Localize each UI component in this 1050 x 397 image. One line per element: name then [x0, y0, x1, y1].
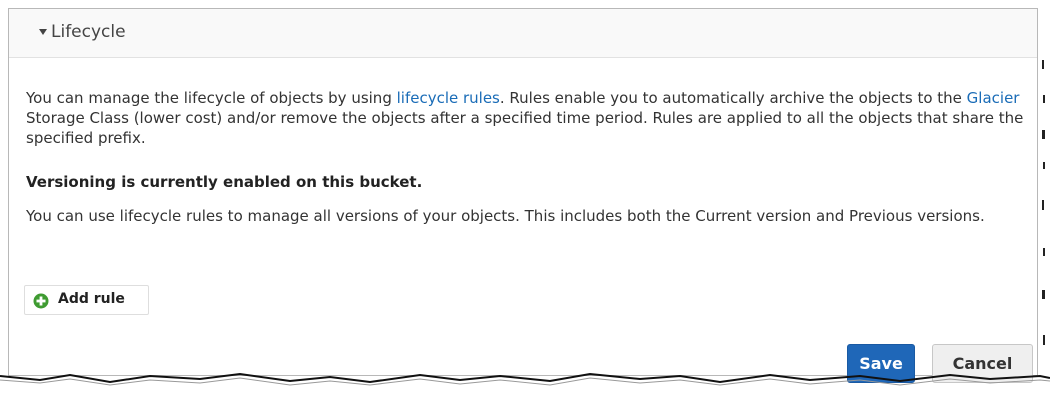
lifecycle-description: You can manage the lifecycle of objects …: [26, 88, 1036, 148]
plus-circle-icon: [33, 293, 49, 309]
intro-text-2: . Rules enable you to automatically arch…: [499, 89, 967, 107]
versioning-note: You can use lifecycle rules to manage al…: [26, 207, 985, 225]
lifecycle-header[interactable]: Lifecycle: [9, 9, 1037, 58]
torn-right-edge: [1042, 60, 1045, 345]
caret-down-icon[interactable]: [39, 29, 47, 35]
add-rule-button[interactable]: Add rule: [24, 285, 149, 315]
versioning-status: Versioning is currently enabled on this …: [26, 173, 423, 191]
lifecycle-rules-link[interactable]: lifecycle rules: [397, 89, 500, 107]
lifecycle-title[interactable]: Lifecycle: [51, 22, 126, 42]
lifecycle-panel: Lifecycle You can manage the lifecycle o…: [8, 8, 1038, 383]
intro-text-3: Storage Class (lower cost) and/or remove…: [26, 109, 1024, 147]
intro-text-1: You can manage the lifecycle of objects …: [26, 89, 397, 107]
torn-bottom-edge: [0, 372, 1050, 386]
add-rule-label: Add rule: [58, 291, 125, 307]
glacier-link[interactable]: Glacier: [967, 89, 1020, 107]
